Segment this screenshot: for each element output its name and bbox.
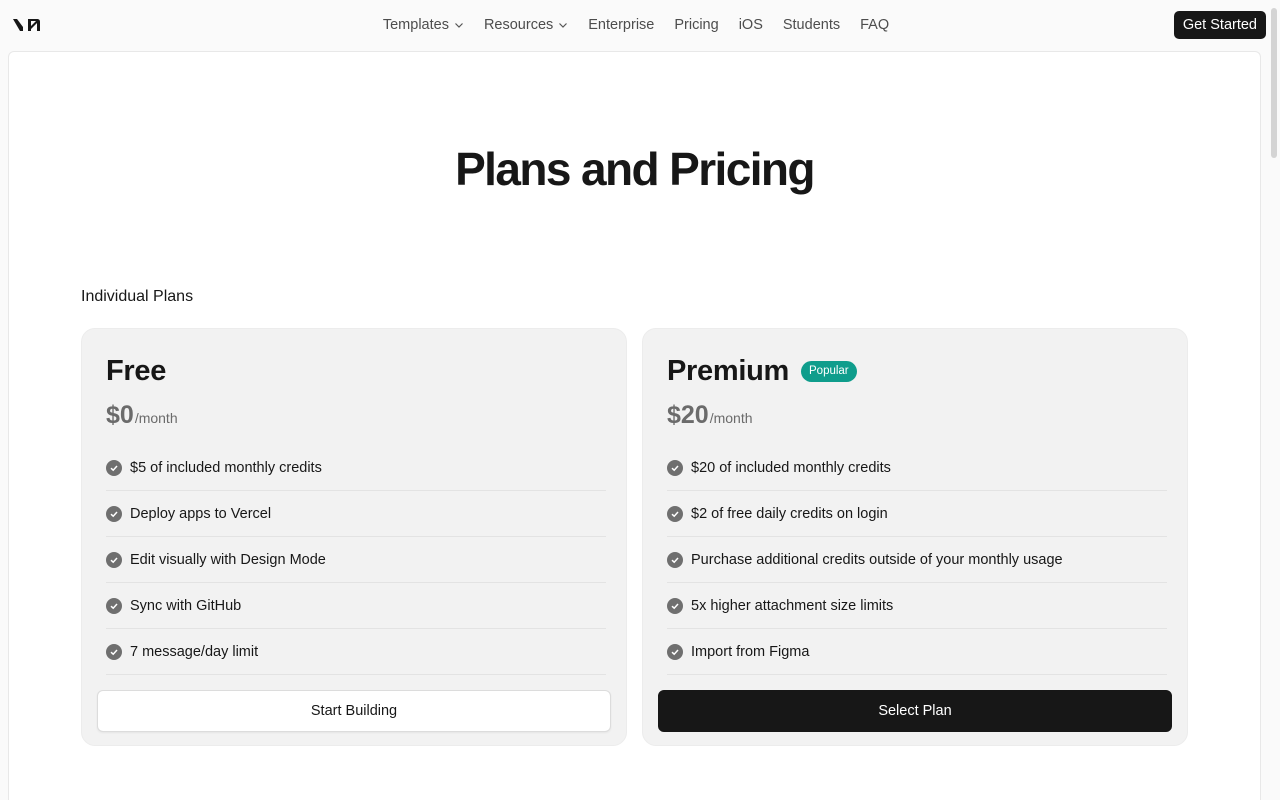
feature-text: Sync with GitHub [130,597,242,614]
check-circle-icon [106,551,122,568]
check-circle-icon [667,597,683,614]
check-circle-icon [106,643,122,660]
check-circle-icon [106,597,122,614]
feature-text: $20 of included monthly credits [691,459,891,476]
feature-item: Edit visually with Design Mode [106,537,606,583]
start-building-button[interactable]: Start Building [97,690,611,732]
section-label: Individual Plans [81,288,194,305]
top-navigation-bar: Templates Resources Enterprise Pricing i… [0,0,1280,50]
main-nav: Templates Resources Enterprise Pricing i… [0,0,1280,50]
nav-item-pricing[interactable]: Pricing [674,17,718,33]
nav-label: iOS [738,17,763,33]
plan-name: Premium Popular [667,355,857,388]
nav-label: Resources [483,17,554,33]
check-circle-icon [106,505,122,522]
chevron-down-icon [455,23,463,28]
feature-text: $2 of free daily credits on login [691,505,888,522]
feature-text: 7 message/day limit [130,643,259,660]
feature-text: $5 of included monthly credits [130,459,322,476]
feature-text: Edit visually with Design Mode [130,551,326,568]
check-circle-icon [667,643,683,660]
feature-text: Purchase additional credits outside of y… [691,551,1063,568]
feature-item: Sync with GitHub [106,583,606,629]
plan-price: $0 /month [106,401,178,430]
price-period: /month [134,410,178,426]
plan-price: $20 /month [667,401,753,430]
feature-text: 5x higher attachment size limits [691,597,894,614]
nav-item-enterprise[interactable]: Enterprise [588,17,654,33]
feature-list: $20 of included monthly credits $2 of fr… [667,445,1167,675]
feature-item: Import from Figma [667,629,1167,675]
price-amount: $20 [667,401,709,429]
feature-item: Deploy apps to Vercel [106,491,606,537]
check-circle-icon [667,459,683,476]
price-period: /month [709,410,753,426]
plan-name-text: Free [106,355,167,387]
feature-item: $2 of free daily credits on login [667,491,1167,537]
feature-list: $5 of included monthly credits Deploy ap… [106,445,606,675]
feature-text: Import from Figma [691,643,810,660]
feature-item: $5 of included monthly credits [106,445,606,491]
select-plan-button[interactable]: Select Plan [658,690,1172,732]
nav-label: Templates [382,17,449,33]
feature-item: 7 message/day limit [106,629,606,675]
get-started-button[interactable]: Get Started [1173,11,1266,39]
feature-item: 5x higher attachment size limits [667,583,1167,629]
feature-item: Purchase additional credits outside of y… [667,537,1167,583]
nav-label: Students [782,17,841,33]
feature-item: $20 of included monthly credits [667,445,1167,491]
plan-card-premium: Premium Popular $20 /month $20 of includ… [642,328,1188,746]
plan-name-text: Premium [667,355,789,387]
check-circle-icon [667,551,683,568]
feature-text: Deploy apps to Vercel [130,505,272,522]
scrollbar-thumb[interactable] [1271,8,1277,158]
nav-item-resources[interactable]: Resources [484,17,568,33]
plan-name: Free [106,355,166,388]
check-circle-icon [106,459,122,476]
check-circle-icon [667,505,683,522]
page-title: Plans and Pricing [455,143,815,195]
chevron-down-icon [559,23,568,28]
nav-item-templates[interactable]: Templates [383,17,464,33]
price-amount: $0 [106,401,134,429]
nav-item-faq[interactable]: FAQ [860,17,889,33]
popular-badge: Popular [801,360,857,383]
nav-label: FAQ [860,17,890,33]
nav-label: Pricing [674,17,719,33]
plan-card-free: Free $0 /month $5 of included monthly cr… [81,328,627,746]
nav-label: Enterprise [588,17,655,33]
nav-item-students[interactable]: Students [783,17,840,33]
nav-item-ios[interactable]: iOS [739,17,763,33]
page-scrollbar[interactable] [1266,0,1280,800]
pricing-panel: Plans and Pricing Individual Plans Free … [8,51,1261,800]
